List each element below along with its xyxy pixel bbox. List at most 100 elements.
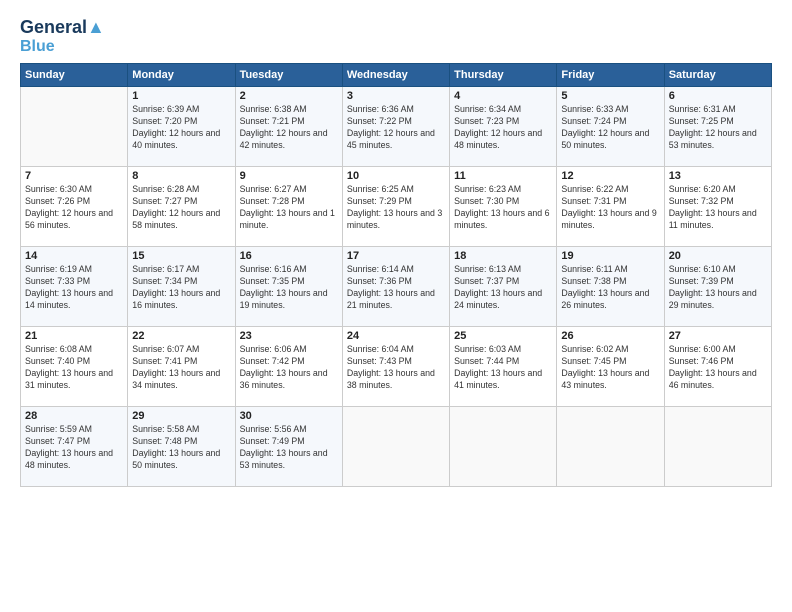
day-number: 15 bbox=[132, 250, 230, 262]
calendar-cell: 24 Sunrise: 6:04 AMSunset: 7:43 PMDaylig… bbox=[342, 327, 449, 407]
day-number: 16 bbox=[240, 250, 338, 262]
day-number: 17 bbox=[347, 250, 445, 262]
day-number: 5 bbox=[561, 90, 659, 102]
calendar-cell: 25 Sunrise: 6:03 AMSunset: 7:44 PMDaylig… bbox=[450, 327, 557, 407]
calendar-cell bbox=[450, 407, 557, 487]
calendar-cell: 7 Sunrise: 6:30 AMSunset: 7:26 PMDayligh… bbox=[21, 167, 128, 247]
day-detail: Sunrise: 6:13 AMSunset: 7:37 PMDaylight:… bbox=[454, 264, 552, 312]
day-detail: Sunrise: 6:17 AMSunset: 7:34 PMDaylight:… bbox=[132, 264, 230, 312]
logo: General▲ Blue bbox=[20, 18, 105, 55]
calendar-week-row: 21 Sunrise: 6:08 AMSunset: 7:40 PMDaylig… bbox=[21, 327, 772, 407]
calendar-cell bbox=[342, 407, 449, 487]
day-detail: Sunrise: 6:00 AMSunset: 7:46 PMDaylight:… bbox=[669, 344, 767, 392]
calendar-cell bbox=[664, 407, 771, 487]
day-number: 21 bbox=[25, 330, 123, 342]
calendar: SundayMondayTuesdayWednesdayThursdayFrid… bbox=[20, 63, 772, 487]
day-detail: Sunrise: 6:25 AMSunset: 7:29 PMDaylight:… bbox=[347, 184, 445, 232]
day-detail: Sunrise: 6:04 AMSunset: 7:43 PMDaylight:… bbox=[347, 344, 445, 392]
day-number: 24 bbox=[347, 330, 445, 342]
calendar-cell: 2 Sunrise: 6:38 AMSunset: 7:21 PMDayligh… bbox=[235, 87, 342, 167]
calendar-day-header: Friday bbox=[557, 64, 664, 87]
day-number: 26 bbox=[561, 330, 659, 342]
calendar-cell: 15 Sunrise: 6:17 AMSunset: 7:34 PMDaylig… bbox=[128, 247, 235, 327]
day-number: 19 bbox=[561, 250, 659, 262]
day-number: 4 bbox=[454, 90, 552, 102]
calendar-cell: 16 Sunrise: 6:16 AMSunset: 7:35 PMDaylig… bbox=[235, 247, 342, 327]
calendar-cell: 12 Sunrise: 6:22 AMSunset: 7:31 PMDaylig… bbox=[557, 167, 664, 247]
day-detail: Sunrise: 6:23 AMSunset: 7:30 PMDaylight:… bbox=[454, 184, 552, 232]
calendar-cell: 10 Sunrise: 6:25 AMSunset: 7:29 PMDaylig… bbox=[342, 167, 449, 247]
calendar-cell: 17 Sunrise: 6:14 AMSunset: 7:36 PMDaylig… bbox=[342, 247, 449, 327]
day-detail: Sunrise: 6:07 AMSunset: 7:41 PMDaylight:… bbox=[132, 344, 230, 392]
calendar-cell: 22 Sunrise: 6:07 AMSunset: 7:41 PMDaylig… bbox=[128, 327, 235, 407]
calendar-cell: 26 Sunrise: 6:02 AMSunset: 7:45 PMDaylig… bbox=[557, 327, 664, 407]
calendar-cell: 19 Sunrise: 6:11 AMSunset: 7:38 PMDaylig… bbox=[557, 247, 664, 327]
calendar-cell bbox=[21, 87, 128, 167]
calendar-header-row: SundayMondayTuesdayWednesdayThursdayFrid… bbox=[21, 64, 772, 87]
calendar-cell: 6 Sunrise: 6:31 AMSunset: 7:25 PMDayligh… bbox=[664, 87, 771, 167]
day-detail: Sunrise: 6:28 AMSunset: 7:27 PMDaylight:… bbox=[132, 184, 230, 232]
day-detail: Sunrise: 6:02 AMSunset: 7:45 PMDaylight:… bbox=[561, 344, 659, 392]
day-detail: Sunrise: 6:30 AMSunset: 7:26 PMDaylight:… bbox=[25, 184, 123, 232]
day-detail: Sunrise: 5:59 AMSunset: 7:47 PMDaylight:… bbox=[25, 424, 123, 472]
calendar-cell: 9 Sunrise: 6:27 AMSunset: 7:28 PMDayligh… bbox=[235, 167, 342, 247]
day-number: 2 bbox=[240, 90, 338, 102]
day-detail: Sunrise: 6:19 AMSunset: 7:33 PMDaylight:… bbox=[25, 264, 123, 312]
day-detail: Sunrise: 6:08 AMSunset: 7:40 PMDaylight:… bbox=[25, 344, 123, 392]
day-detail: Sunrise: 6:39 AMSunset: 7:20 PMDaylight:… bbox=[132, 104, 230, 152]
calendar-cell: 3 Sunrise: 6:36 AMSunset: 7:22 PMDayligh… bbox=[342, 87, 449, 167]
day-number: 1 bbox=[132, 90, 230, 102]
calendar-day-header: Sunday bbox=[21, 64, 128, 87]
day-detail: Sunrise: 6:38 AMSunset: 7:21 PMDaylight:… bbox=[240, 104, 338, 152]
calendar-day-header: Monday bbox=[128, 64, 235, 87]
day-detail: Sunrise: 6:03 AMSunset: 7:44 PMDaylight:… bbox=[454, 344, 552, 392]
calendar-day-header: Wednesday bbox=[342, 64, 449, 87]
day-detail: Sunrise: 6:36 AMSunset: 7:22 PMDaylight:… bbox=[347, 104, 445, 152]
logo-blue: Blue bbox=[20, 38, 55, 56]
day-detail: Sunrise: 6:20 AMSunset: 7:32 PMDaylight:… bbox=[669, 184, 767, 232]
calendar-cell: 1 Sunrise: 6:39 AMSunset: 7:20 PMDayligh… bbox=[128, 87, 235, 167]
day-number: 22 bbox=[132, 330, 230, 342]
calendar-cell: 5 Sunrise: 6:33 AMSunset: 7:24 PMDayligh… bbox=[557, 87, 664, 167]
day-detail: Sunrise: 6:31 AMSunset: 7:25 PMDaylight:… bbox=[669, 104, 767, 152]
calendar-cell: 4 Sunrise: 6:34 AMSunset: 7:23 PMDayligh… bbox=[450, 87, 557, 167]
day-number: 23 bbox=[240, 330, 338, 342]
calendar-day-header: Tuesday bbox=[235, 64, 342, 87]
day-detail: Sunrise: 6:11 AMSunset: 7:38 PMDaylight:… bbox=[561, 264, 659, 312]
day-number: 29 bbox=[132, 410, 230, 422]
day-detail: Sunrise: 5:56 AMSunset: 7:49 PMDaylight:… bbox=[240, 424, 338, 472]
day-number: 6 bbox=[669, 90, 767, 102]
day-number: 13 bbox=[669, 170, 767, 182]
calendar-cell: 21 Sunrise: 6:08 AMSunset: 7:40 PMDaylig… bbox=[21, 327, 128, 407]
calendar-week-row: 1 Sunrise: 6:39 AMSunset: 7:20 PMDayligh… bbox=[21, 87, 772, 167]
calendar-cell: 13 Sunrise: 6:20 AMSunset: 7:32 PMDaylig… bbox=[664, 167, 771, 247]
day-number: 20 bbox=[669, 250, 767, 262]
day-detail: Sunrise: 6:33 AMSunset: 7:24 PMDaylight:… bbox=[561, 104, 659, 152]
calendar-cell: 18 Sunrise: 6:13 AMSunset: 7:37 PMDaylig… bbox=[450, 247, 557, 327]
calendar-cell bbox=[557, 407, 664, 487]
day-number: 3 bbox=[347, 90, 445, 102]
day-number: 9 bbox=[240, 170, 338, 182]
day-detail: Sunrise: 6:34 AMSunset: 7:23 PMDaylight:… bbox=[454, 104, 552, 152]
calendar-cell: 30 Sunrise: 5:56 AMSunset: 7:49 PMDaylig… bbox=[235, 407, 342, 487]
calendar-cell: 28 Sunrise: 5:59 AMSunset: 7:47 PMDaylig… bbox=[21, 407, 128, 487]
calendar-cell: 8 Sunrise: 6:28 AMSunset: 7:27 PMDayligh… bbox=[128, 167, 235, 247]
day-number: 10 bbox=[347, 170, 445, 182]
logo-text: General▲ bbox=[20, 18, 105, 38]
day-detail: Sunrise: 6:06 AMSunset: 7:42 PMDaylight:… bbox=[240, 344, 338, 392]
calendar-day-header: Saturday bbox=[664, 64, 771, 87]
day-number: 14 bbox=[25, 250, 123, 262]
day-number: 7 bbox=[25, 170, 123, 182]
day-number: 8 bbox=[132, 170, 230, 182]
day-number: 18 bbox=[454, 250, 552, 262]
calendar-cell: 11 Sunrise: 6:23 AMSunset: 7:30 PMDaylig… bbox=[450, 167, 557, 247]
day-detail: Sunrise: 6:27 AMSunset: 7:28 PMDaylight:… bbox=[240, 184, 338, 232]
calendar-cell: 14 Sunrise: 6:19 AMSunset: 7:33 PMDaylig… bbox=[21, 247, 128, 327]
day-number: 25 bbox=[454, 330, 552, 342]
day-detail: Sunrise: 6:10 AMSunset: 7:39 PMDaylight:… bbox=[669, 264, 767, 312]
calendar-week-row: 14 Sunrise: 6:19 AMSunset: 7:33 PMDaylig… bbox=[21, 247, 772, 327]
calendar-cell: 29 Sunrise: 5:58 AMSunset: 7:48 PMDaylig… bbox=[128, 407, 235, 487]
day-detail: Sunrise: 6:22 AMSunset: 7:31 PMDaylight:… bbox=[561, 184, 659, 232]
calendar-day-header: Thursday bbox=[450, 64, 557, 87]
day-number: 28 bbox=[25, 410, 123, 422]
